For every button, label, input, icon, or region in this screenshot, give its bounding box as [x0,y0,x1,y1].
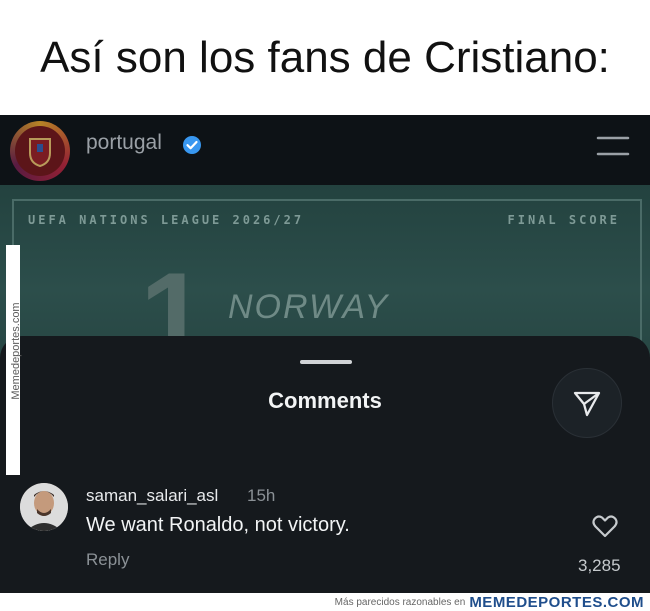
team-name: NORWAY [228,288,390,326]
like-count: 3,285 [578,556,621,575]
footer-watermark: Más parecidos razonables en MEMEDEPORTES… [0,593,650,611]
account-avatar[interactable] [15,126,65,176]
verified-badge-icon [183,136,201,154]
comments-sheet: Comments saman_salari_asl 15h We want Ro… [0,336,650,593]
send-icon [573,391,601,417]
comment-username[interactable]: saman_salari_asl [86,486,218,506]
comment-text: We want Ronaldo, not victory. [86,514,350,536]
league-label: UEFA NATIONS LEAGUE 2026/27 [28,213,305,227]
reply-link[interactable]: Reply [86,550,129,570]
meme-caption: Así son los fans de Cristiano: [0,0,650,115]
footer-brand[interactable]: MEMEDEPORTES.COM [469,594,644,611]
side-watermark-text: Memedeportes.com [10,302,22,400]
side-watermark: Memedeportes.com [6,245,22,475]
post-header: portugal [0,115,650,185]
instagram-screenshot: portugal UEFA NATIONS LEAGUE 2026/27 FIN… [0,115,650,593]
commenter-avatar[interactable] [20,483,68,531]
comment-time: 15h [247,486,276,505]
portugal-crest-icon [29,138,51,167]
share-button[interactable] [552,368,622,438]
post-image: UEFA NATIONS LEAGUE 2026/27 FINAL SCORE … [0,185,650,360]
heart-icon[interactable] [592,514,618,538]
account-name[interactable]: portugal [86,131,162,155]
person-photo [20,483,68,531]
drag-handle[interactable] [300,360,352,364]
final-score-label: FINAL SCORE [507,213,620,227]
footer-tagline: Más parecidos razonables en [334,596,466,608]
hamburger-menu-icon[interactable] [596,135,630,157]
